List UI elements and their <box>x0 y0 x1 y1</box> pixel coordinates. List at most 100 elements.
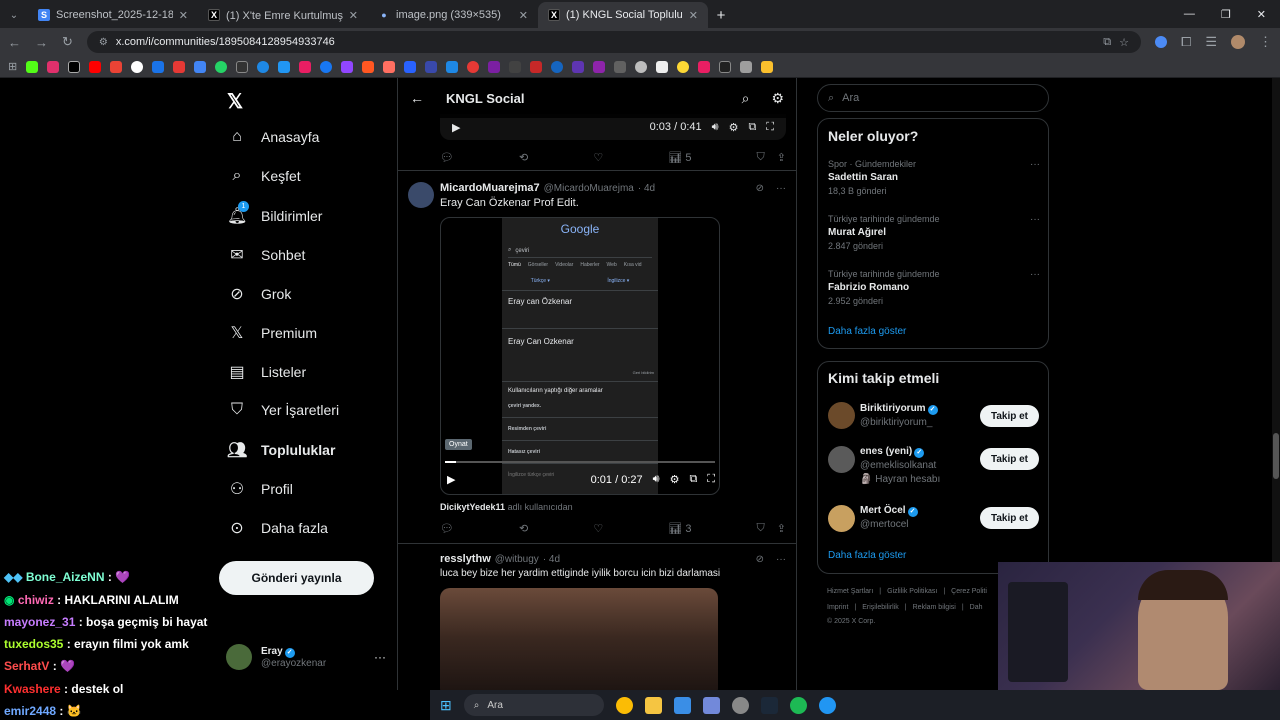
reply-icon[interactable]: 💬︎ <box>440 151 454 164</box>
author-name[interactable]: resslythw <box>440 553 491 565</box>
bookmark-icon[interactable] <box>446 60 459 73</box>
tab-close-icon[interactable]: ✕ <box>689 9 698 22</box>
search-icon[interactable]: ⌕ <box>742 90 750 107</box>
app-icon[interactable] <box>818 696 836 714</box>
avatar[interactable] <box>828 505 855 532</box>
attribution-name[interactable]: DicikytYedek11 <box>440 502 505 512</box>
bookmark-icon[interactable] <box>656 60 669 73</box>
bookmark-icon[interactable] <box>677 60 690 73</box>
bookmark-icon[interactable] <box>173 60 186 73</box>
play-icon[interactable]: ▶ <box>452 121 460 134</box>
menu-dots-icon[interactable]: ⋮ <box>1259 34 1272 50</box>
nav-home[interactable]: ⌂ Anasayfa <box>227 128 319 146</box>
install-app-icon[interactable]: ⧉ <box>1103 36 1111 49</box>
search-input[interactable]: ⌕ Ara <box>817 84 1049 112</box>
author-handle[interactable]: @witbugy <box>495 554 539 565</box>
tweet-image[interactable] <box>440 588 718 690</box>
new-tab-icon[interactable]: + <box>708 2 734 28</box>
nav-lists[interactable]: ▤ Listeler <box>227 362 306 382</box>
steam-icon[interactable] <box>760 696 778 714</box>
more-dots-icon[interactable]: ··· <box>776 183 786 194</box>
tab-close-icon[interactable]: ✕ <box>179 9 188 22</box>
bookmark-folder-icon[interactable] <box>761 60 774 73</box>
bookmark-icon[interactable] <box>194 60 207 73</box>
bookmark-icon[interactable]: ⛉ <box>757 522 765 535</box>
file-explorer-icon[interactable] <box>644 696 662 714</box>
bookmark-icon[interactable] <box>47 60 60 73</box>
footer-link[interactable]: Erişilebilirlik <box>862 604 899 611</box>
bookmark-icon[interactable] <box>698 60 711 73</box>
nav-grok[interactable]: ⊘ Grok <box>227 284 291 304</box>
bookmark-icon[interactable] <box>383 60 396 73</box>
trend-item[interactable]: Spor · Gündemdekiler Sadettin Saran 18,3… <box>828 159 1040 196</box>
avatar[interactable] <box>828 402 855 429</box>
bookmark-icon[interactable] <box>257 60 270 73</box>
bookmark-icon[interactable] <box>110 60 123 73</box>
more-dots-icon[interactable]: ··· <box>1030 269 1040 280</box>
more-dots-icon[interactable]: ··· <box>374 650 386 664</box>
tweet-time[interactable]: · 4d <box>638 183 655 194</box>
nav-more[interactable]: ⊙ Daha fazla <box>227 518 328 538</box>
retweet-icon[interactable]: ⟲ <box>519 151 528 164</box>
tab-list-icon[interactable]: ☰ <box>1205 34 1217 50</box>
footer-link[interactable]: Hizmet Şartları <box>827 588 873 595</box>
extensions-puzzle-icon[interactable]: ⧠ <box>1181 34 1191 50</box>
x-logo-icon[interactable]: 𝕏 <box>227 89 243 114</box>
author-name[interactable]: MicardoMuarejma7 <box>440 182 540 194</box>
follow-button[interactable]: Takip et <box>980 448 1039 470</box>
bookmark-icon[interactable] <box>614 60 627 73</box>
share-icon[interactable]: ⇪ <box>777 151 786 164</box>
footer-link[interactable]: Dah <box>970 604 983 611</box>
forward-arrow-icon[interactable]: → <box>35 35 48 50</box>
profile-avatar-icon[interactable] <box>1231 35 1245 49</box>
like-icon[interactable]: ♡ <box>593 522 603 535</box>
nav-chat[interactable]: ✉ Sohbet <box>227 245 305 265</box>
volume-icon[interactable]: 🔊︎ <box>653 473 660 486</box>
app-icon[interactable] <box>702 696 720 714</box>
bookmark-icon[interactable] <box>68 60 81 73</box>
bookmark-icon[interactable] <box>152 60 165 73</box>
play-icon[interactable]: ▶ <box>447 473 455 486</box>
bookmark-icon[interactable] <box>530 60 543 73</box>
follow-button[interactable]: Takip et <box>980 507 1039 529</box>
suggested-account[interactable]: enes (yeni) ✓ @emeklisolkanat 🗿 Hayran he… <box>860 446 940 485</box>
site-info-icon[interactable]: ⚙ <box>99 37 108 48</box>
post-button[interactable]: Gönderi yayınla <box>219 561 374 595</box>
trend-item[interactable]: Türkiye tarihinde gündemde Murat Ağırel … <box>828 214 1040 251</box>
bookmark-icon[interactable] <box>572 60 585 73</box>
nav-bookmarks[interactable]: ⛉ Yer İşaretleri <box>227 401 339 419</box>
bookmark-icon[interactable] <box>89 60 102 73</box>
trend-item[interactable]: Türkiye tarihinde gündemde Fabrizio Roma… <box>828 269 1040 306</box>
bookmark-icon[interactable] <box>320 60 333 73</box>
pip-icon[interactable]: ⧉ <box>748 121 756 134</box>
video-progress-track[interactable] <box>445 461 715 463</box>
bookmark-icon[interactable] <box>425 60 438 73</box>
gear-icon[interactable]: ⚙ <box>670 473 680 486</box>
follow-show-more-link[interactable]: Daha fazla göster <box>828 550 906 561</box>
bookmark-icon[interactable] <box>740 60 753 73</box>
trends-show-more-link[interactable]: Daha fazla göster <box>828 326 906 337</box>
grok-icon[interactable]: ⊘ <box>756 183 764 194</box>
address-bar[interactable]: ⚙ x.com/i/communities/189508412895493374… <box>86 31 1141 53</box>
views-icon[interactable]: 📊︎ 5 <box>668 151 691 164</box>
bookmark-icon[interactable] <box>215 60 228 73</box>
bookmark-icon[interactable] <box>362 60 375 73</box>
minimize-icon[interactable]: — <box>1184 8 1195 21</box>
bookmark-icon[interactable]: ⛉ <box>757 151 765 164</box>
reply-icon[interactable]: 💬︎ <box>440 522 454 535</box>
chrome-icon[interactable] <box>615 696 633 714</box>
bookmark-icon[interactable] <box>488 60 501 73</box>
bookmark-icon[interactable] <box>236 60 249 73</box>
footer-link[interactable]: Gizlilik Politikası <box>887 588 937 595</box>
restore-icon[interactable]: ❐ <box>1221 8 1231 21</box>
more-dots-icon[interactable]: ··· <box>776 554 786 565</box>
nav-profile[interactable]: ⚇ Profil <box>227 479 293 499</box>
suggested-account[interactable]: Biriktiriyorum ✓ @biriktiriyorum_ <box>860 403 938 428</box>
reload-icon[interactable]: ↻ <box>62 34 73 50</box>
bookmark-icon[interactable] <box>593 60 606 73</box>
account-switcher[interactable]: Eray ✓ @erayozkenar ··· <box>226 644 386 670</box>
avatar[interactable] <box>828 446 855 473</box>
tab-search-icon[interactable]: ⌄ <box>0 2 28 28</box>
bookmark-icon[interactable] <box>509 60 522 73</box>
retweet-icon[interactable]: ⟲ <box>519 522 528 535</box>
